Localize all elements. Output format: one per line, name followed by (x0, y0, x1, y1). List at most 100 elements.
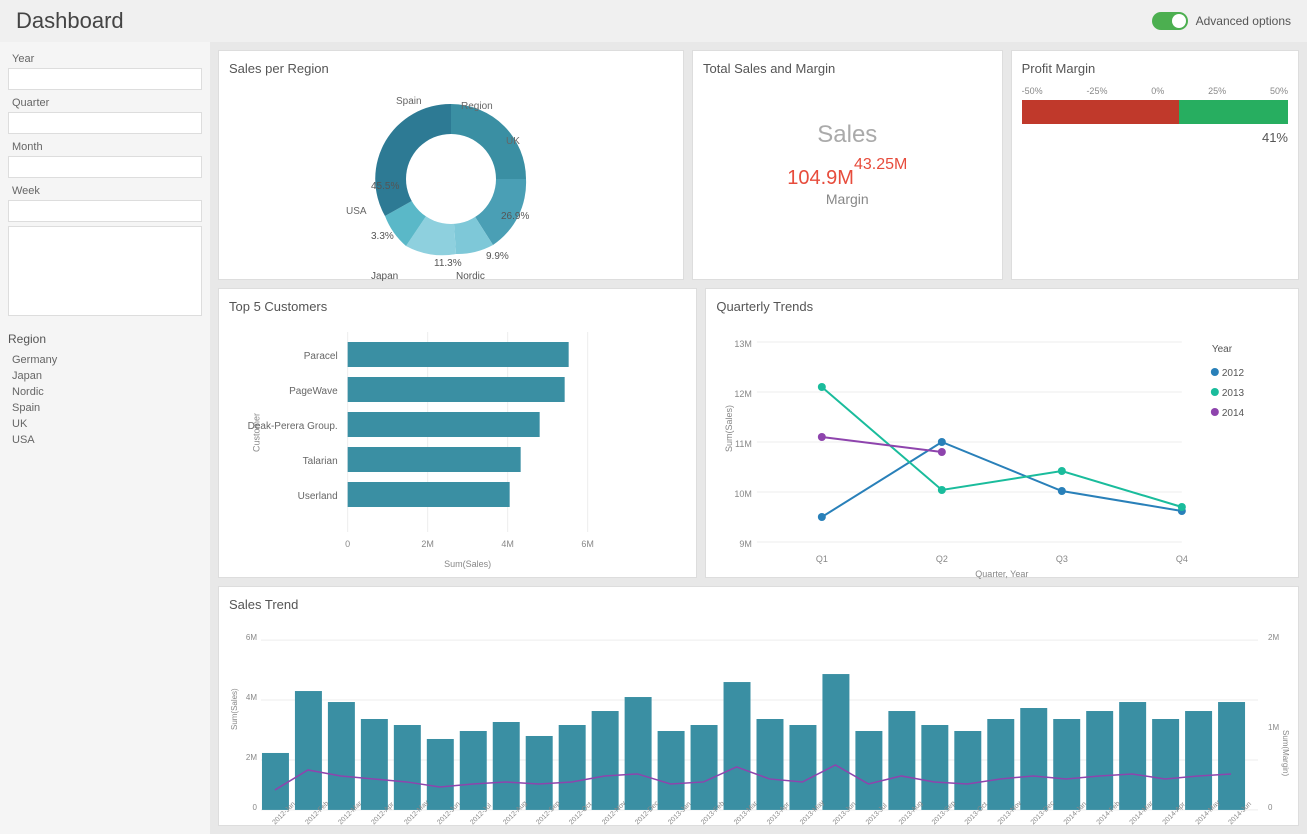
label-talarian: Talarian (303, 456, 338, 467)
header: Dashboard Advanced options (0, 0, 1307, 42)
bar-6 (460, 731, 487, 810)
x-tick-0: 0 (345, 539, 350, 549)
region-nordic[interactable]: Nordic (8, 384, 202, 400)
y-right-label: Sum(Margin) (1281, 730, 1290, 776)
top5-card: Top 5 Customers Customer Paracel PageWav (218, 288, 697, 578)
sales-number: 104.9M (787, 167, 854, 189)
sales-trend-title: Sales Trend (229, 597, 1288, 612)
axis-minus50: -50% (1022, 86, 1043, 96)
region-center-label: Region (461, 101, 493, 112)
sales-per-region-card: Sales per Region (218, 50, 684, 280)
bar-16 (789, 725, 816, 810)
bar-12 (658, 731, 685, 810)
legend-2013: 2013 (1222, 388, 1245, 399)
pct-45: 45.5% (371, 181, 399, 192)
profit-margin-title: Profit Margin (1022, 61, 1288, 76)
month-label: Month (8, 138, 202, 156)
bar-17 (822, 674, 849, 810)
quarterly-chart-svg: 13M 12M 11M 10M 9M Sum(Sales) (716, 322, 1288, 577)
label-deak: Deak-Perera Group. (248, 421, 338, 432)
bar-18 (855, 731, 882, 810)
profit-bar-axis: -50% -25% 0% 25% 50% (1022, 86, 1288, 96)
total-sales-card: Total Sales and Margin Sales 104.9M43.25… (692, 50, 1003, 280)
sales-per-region-title: Sales per Region (229, 61, 673, 76)
pct-9: 9.9% (486, 251, 509, 262)
region-uk[interactable]: UK (8, 416, 202, 432)
content-area: Sales per Region (210, 42, 1307, 834)
middle-row: Top 5 Customers Customer Paracel PageWav (218, 288, 1299, 578)
bar-25 (1086, 711, 1113, 810)
x-tick-4m: 4M (501, 539, 514, 549)
legend-dot-2014 (1211, 408, 1219, 416)
line-2013 (822, 387, 1182, 507)
yl-0: 0 (253, 803, 258, 812)
quarter-label: Quarter (8, 94, 202, 112)
y-13m: 13M (735, 339, 753, 349)
top-row: Sales per Region (218, 50, 1299, 280)
bar-24 (1053, 719, 1080, 810)
week-filter: Week (8, 182, 202, 222)
spain-label: Spain (396, 96, 422, 107)
legend-2012: 2012 (1222, 368, 1245, 379)
nordic-label: Nordic (456, 271, 485, 282)
region-title: Region (8, 332, 202, 346)
y-11m: 11M (735, 439, 752, 449)
x-tick-6m: 6M (581, 539, 594, 549)
yr-2m: 2M (1268, 633, 1279, 642)
x-axis-label: Quarter, Year (976, 569, 1029, 579)
axis-0: 0% (1151, 86, 1164, 96)
advanced-options-toggle[interactable] (1152, 12, 1188, 30)
bar-0 (262, 753, 289, 810)
page-title: Dashboard (16, 8, 124, 34)
bar-deak (348, 412, 540, 437)
sales-trend-card: Sales Trend 6M 4M 2M 0 Sum(Sales) 2M 1M … (218, 586, 1299, 826)
bottom-row: Sales Trend 6M 4M 2M 0 Sum(Sales) 2M 1M … (218, 586, 1299, 826)
top5-title: Top 5 Customers (229, 299, 686, 314)
dot-2013-q2 (938, 486, 946, 494)
profit-margin-card: Profit Margin -50% -25% 0% 25% 50% 41% (1011, 50, 1299, 280)
bar-19 (888, 711, 915, 810)
bar-27 (1152, 719, 1179, 810)
top5-chart-svg: Customer Paracel PageWave Deak-Perera (229, 322, 686, 572)
x-q4: Q4 (1176, 554, 1188, 564)
margin-inline: 43.25M (854, 156, 907, 173)
year-filter-box[interactable] (8, 68, 202, 90)
region-germany[interactable]: Germany (8, 352, 202, 368)
week-label: Week (8, 182, 202, 200)
bar-paracel (348, 342, 569, 367)
month-filter-box[interactable] (8, 156, 202, 178)
profit-bar-green (1179, 100, 1288, 124)
profit-bar-container: -50% -25% 0% 25% 50% 41% (1022, 86, 1288, 145)
year-filter: Year (8, 50, 202, 90)
profit-bar (1022, 100, 1288, 124)
x-q1: Q1 (816, 554, 828, 564)
bar-8 (526, 736, 553, 810)
yr-1m: 1M (1268, 723, 1279, 732)
advanced-options-label: Advanced options (1196, 14, 1291, 28)
profit-bar-red (1022, 100, 1179, 124)
year-label: Year (8, 50, 202, 68)
dot-2013-q3 (1058, 467, 1066, 475)
legend-2014: 2014 (1222, 408, 1245, 419)
filter-list[interactable] (8, 226, 202, 316)
customer-y-label: Customer (252, 413, 262, 452)
dot-2012-q3 (1058, 487, 1066, 495)
dot-2014-q2 (938, 448, 946, 456)
y-axis-label: Sum(Sales) (724, 405, 734, 452)
quarter-filter-box[interactable] (8, 112, 202, 134)
region-japan[interactable]: Japan (8, 368, 202, 384)
month-filter: Month (8, 138, 202, 178)
pct-3: 3.3% (371, 231, 394, 242)
bar-7 (493, 722, 520, 810)
y-12m: 12M (735, 389, 753, 399)
profit-percentage: 41% (1022, 130, 1288, 145)
week-filter-box[interactable] (8, 200, 202, 222)
region-usa[interactable]: USA (8, 432, 202, 448)
legend-dot-2012 (1211, 368, 1219, 376)
region-spain[interactable]: Spain (8, 400, 202, 416)
bar-29 (1218, 702, 1245, 810)
bar-talarian (348, 447, 521, 472)
quarterly-trends-card: Quarterly Trends 13M 12M 11M 10M 9M Sum(… (705, 288, 1299, 578)
x-axis-label: Sum(Sales) (444, 559, 491, 569)
label-paracel: Paracel (304, 351, 338, 362)
